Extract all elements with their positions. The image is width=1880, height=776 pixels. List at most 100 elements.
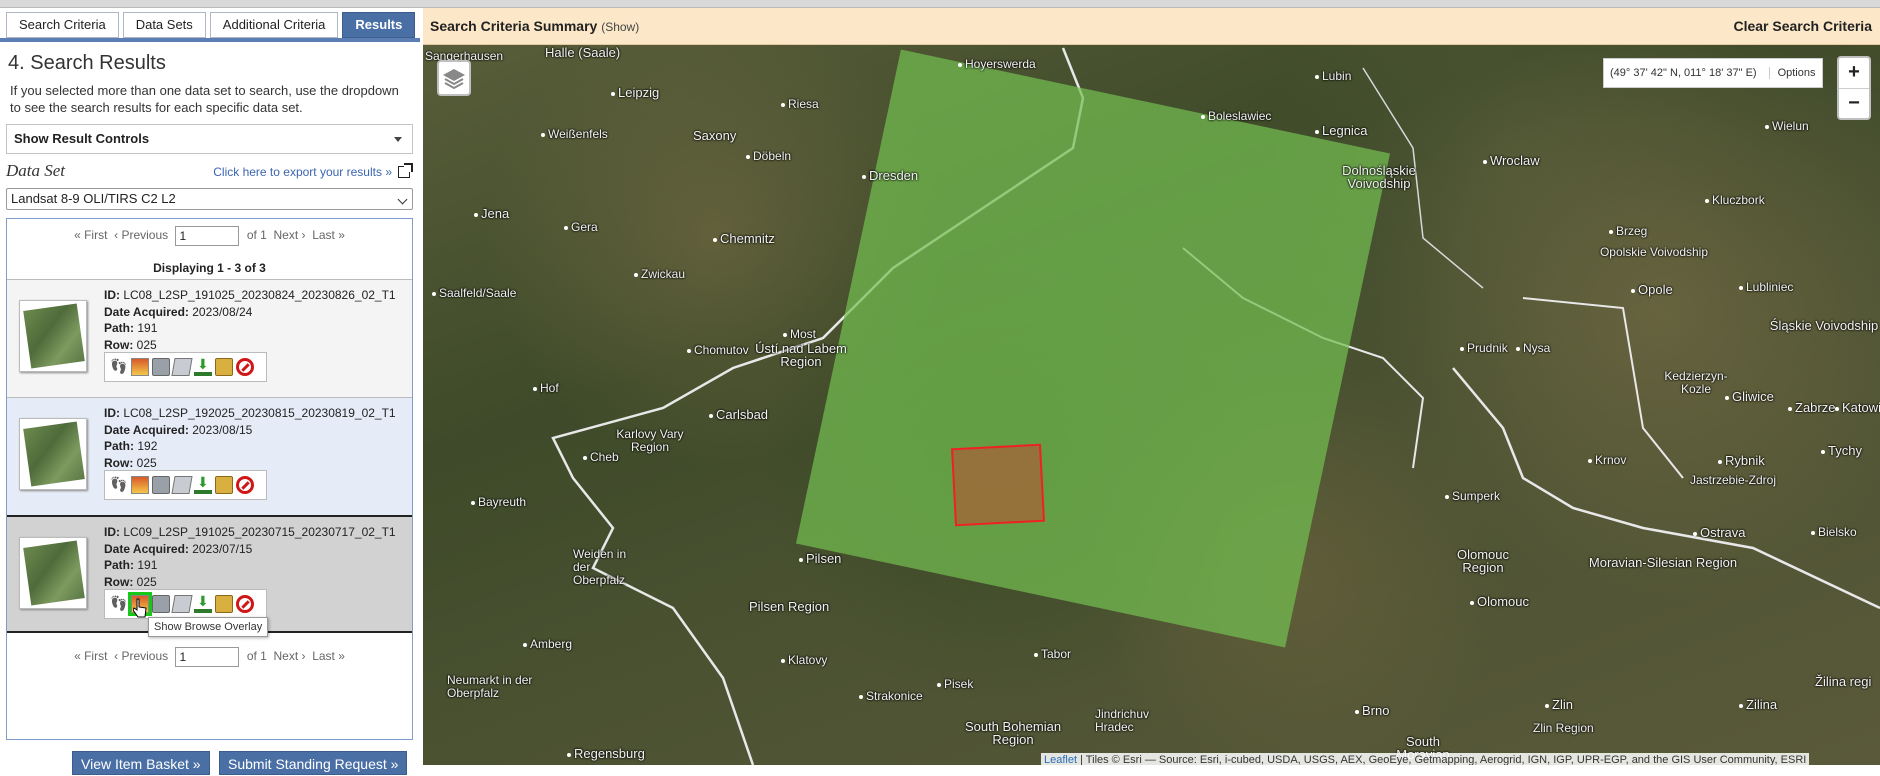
compare-browse-icon[interactable] [152, 476, 170, 494]
dataset-select[interactable]: Landsat 8-9 OLI/TIRS C2 L2 [6, 188, 413, 210]
map-label: Brzeg [1609, 225, 1647, 238]
result-row: ID: LC08_L2SP_191025_20230824_20230826_0… [7, 279, 412, 397]
map-label: Hof [533, 382, 559, 395]
result-actions [104, 589, 267, 619]
map-label: Wroclaw [1483, 154, 1540, 167]
map-label: Strakonice [859, 690, 923, 703]
map-label: Boleslawiec [1201, 110, 1271, 123]
scene-footprint[interactable] [795, 49, 1391, 648]
export-results-link[interactable]: Click here to export your results » [213, 163, 413, 179]
compare-browse-icon[interactable] [152, 358, 170, 376]
chevron-down-icon [397, 194, 408, 205]
map-label: Neumarkt in der Oberpfalz [447, 673, 533, 700]
tab-results[interactable]: Results [342, 12, 416, 38]
result-info: ID: LC08_L2SP_192025_20230815_20230819_0… [104, 406, 396, 470]
map-view[interactable]: Search Criteria Summary (Show) Clear Sea… [423, 8, 1880, 765]
exclude-icon[interactable] [236, 358, 254, 376]
summary-show-link[interactable]: (Show) [601, 20, 639, 34]
coordinates-text: (49° 37' 42" N, 011° 18' 37" E) [1610, 67, 1757, 79]
zoom-in-button[interactable]: + [1839, 58, 1869, 88]
map-label: Regensburg [567, 747, 645, 760]
top-strip [0, 0, 1880, 8]
map-label: Cheb [583, 451, 619, 464]
result-id: LC08_L2SP_191025_20230824_20230826_02_T1 [123, 288, 396, 302]
map-label: Saxony [693, 128, 737, 143]
layers-control[interactable] [437, 60, 471, 96]
page-number-input[interactable]: 1 [175, 647, 240, 667]
view-item-basket-button[interactable]: View Item Basket » [72, 751, 210, 775]
map-label: Moravian-Silesian Region [1588, 555, 1738, 570]
map-label: Zwickau [634, 268, 685, 281]
metadata-icon[interactable] [171, 476, 193, 494]
pager-next-link[interactable]: Next › [274, 228, 306, 242]
pager-last-link[interactable]: Last » [312, 649, 345, 663]
layers-icon [443, 69, 465, 90]
order-icon[interactable] [215, 358, 233, 376]
map-label: Sumperk [1445, 490, 1500, 503]
pager-previous-link[interactable]: ‹ Previous [114, 649, 168, 663]
external-link-icon [398, 163, 413, 178]
download-icon[interactable] [194, 356, 212, 376]
pager-first-link[interactable]: « First [74, 649, 107, 663]
map-label: Jena [474, 207, 509, 220]
options-button[interactable]: Options [1768, 67, 1816, 79]
page-number-input[interactable]: 1 [175, 226, 240, 246]
order-icon[interactable] [215, 595, 233, 613]
exclude-icon[interactable] [236, 595, 254, 613]
download-icon[interactable] [194, 593, 212, 613]
pager-previous-link[interactable]: ‹ Previous [114, 228, 168, 242]
submit-standing-request-button[interactable]: Submit Standing Request » [219, 751, 408, 775]
map-label: Olomouc Region [1456, 547, 1510, 575]
map-label: Amberg [523, 638, 572, 651]
tab-search-criteria[interactable]: Search Criteria [6, 12, 119, 38]
results-list: « First ‹ Previous 1 of 1 Next › Last » … [6, 218, 413, 740]
browse-overlay-icon[interactable] [131, 476, 149, 494]
metadata-icon[interactable] [171, 358, 193, 376]
result-actions [104, 470, 267, 500]
tab-additional-criteria[interactable]: Additional Criteria [209, 12, 339, 38]
order-icon[interactable] [215, 476, 233, 494]
summary-title: Search Criteria Summary [430, 18, 598, 34]
browse-thumbnail[interactable] [19, 537, 87, 609]
map-label: Saalfeld/Saale [432, 287, 516, 300]
result-id: LC08_L2SP_192025_20230815_20230819_02_T1 [123, 406, 396, 420]
map-label: Hoyerswerda [958, 58, 1036, 71]
map-label: Jastrzebie-Zdroj [1689, 473, 1777, 487]
download-icon[interactable] [194, 474, 212, 494]
exclude-icon[interactable] [236, 476, 254, 494]
map-label: Prudnik [1460, 342, 1508, 355]
footprint-icon[interactable] [110, 476, 128, 494]
map-label: Wielun [1765, 120, 1809, 133]
map-label: Weißenfels [541, 128, 608, 141]
pager-of-label: of 1 [246, 228, 267, 243]
show-result-controls-toggle[interactable]: Show Result Controls [6, 124, 413, 154]
map-label: Lubliniec [1739, 281, 1793, 294]
result-path: 191 [137, 558, 158, 572]
map-label: Opole [1631, 283, 1673, 296]
map-label: Śląskie Voivodship [1769, 318, 1879, 333]
compare-browse-icon[interactable] [152, 595, 170, 613]
leaflet-link[interactable]: Leaflet [1044, 754, 1077, 765]
result-path: 191 [137, 321, 158, 335]
browse-overlay-icon[interactable] [131, 358, 149, 376]
map-label: Pisek [937, 678, 973, 691]
map-label: Legnica [1315, 124, 1368, 137]
browse-thumbnail[interactable] [19, 418, 87, 490]
map-label: Leipzig [611, 86, 659, 99]
map-label: Most [783, 328, 816, 341]
clear-search-criteria-link[interactable]: Clear Search Criteria [1733, 18, 1872, 34]
pager-next-link[interactable]: Next › [274, 649, 306, 663]
metadata-icon[interactable] [171, 595, 193, 613]
map-label: Ostrava [1693, 526, 1746, 539]
area-of-interest[interactable] [951, 443, 1045, 527]
footprint-icon[interactable] [110, 358, 128, 376]
result-actions [104, 352, 267, 382]
zoom-out-button[interactable]: − [1839, 88, 1869, 118]
map-label: Zilina [1739, 698, 1777, 711]
footprint-icon[interactable] [110, 595, 128, 613]
browse-thumbnail[interactable] [19, 300, 87, 372]
pager-first-link[interactable]: « First [74, 228, 107, 242]
tab-data-sets[interactable]: Data Sets [122, 12, 206, 38]
zoom-control: + − [1837, 56, 1871, 120]
pager-last-link[interactable]: Last » [312, 228, 345, 242]
